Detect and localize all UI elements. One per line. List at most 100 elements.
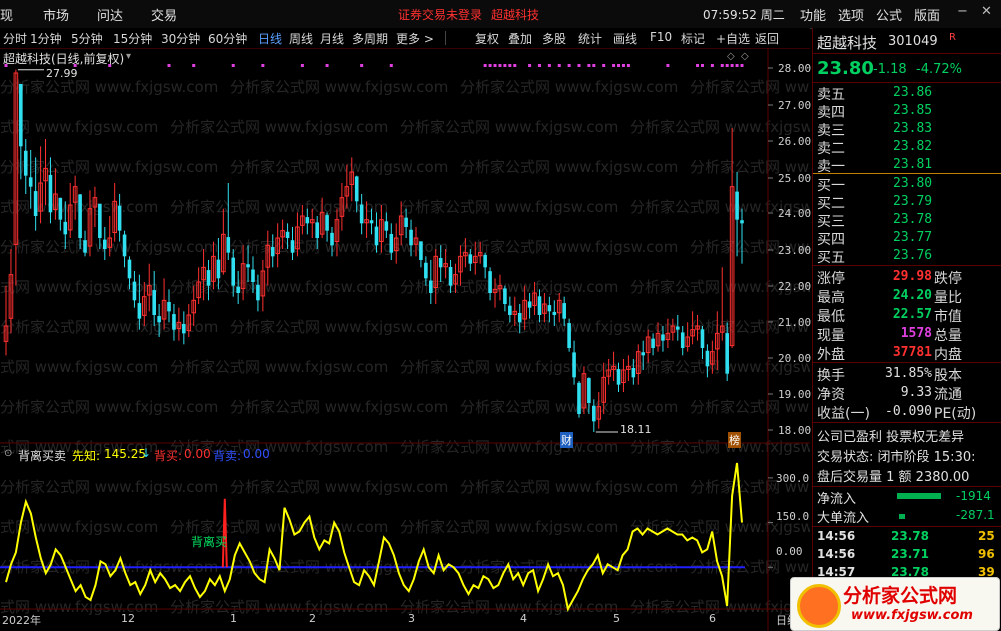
watermark-text: 分析家公式网 www.fxjgsw.com <box>0 78 218 96</box>
ask-price[interactable]: 23.86 <box>893 85 932 100</box>
period-fenshi[interactable]: 分时 <box>3 30 27 47</box>
tick-volume: 96 <box>978 547 995 561</box>
watermark-text: 分析家公式网 www.fxjgsw.com <box>400 278 618 296</box>
bid-price[interactable]: 23.77 <box>893 230 932 245</box>
chart-title-dropdown-icon[interactable]: ▾ <box>126 51 131 62</box>
watermark-text: 分析家公式网 www.fxjgsw.com <box>460 478 678 496</box>
candle-body <box>251 269 255 282</box>
candle-body <box>429 280 433 293</box>
date-tick: 3 <box>408 612 415 625</box>
candle-body <box>83 240 87 253</box>
event-marker <box>720 64 724 67</box>
watermark-text: 分析家公式网 www.fxjgsw.com <box>0 478 218 496</box>
indicator-name[interactable]: 背离买卖 <box>18 447 66 464</box>
period-30min[interactable]: 30分钟 <box>161 30 200 47</box>
event-marker <box>488 64 492 67</box>
candle-body <box>592 405 596 422</box>
period-more[interactable]: 更多 > <box>396 30 434 47</box>
close-icon[interactable]: ✕ <box>981 4 992 19</box>
tool-overlay[interactable]: 叠加 <box>508 30 532 47</box>
candle-body <box>354 176 359 202</box>
diamond-icon[interactable]: ◇ <box>727 51 735 62</box>
candle-body <box>152 290 156 315</box>
ask-price[interactable]: 23.82 <box>893 139 932 154</box>
tool-f10[interactable]: F10 <box>650 30 672 44</box>
watermark-text: 分析家公式网 www.fxjgsw.com <box>170 118 388 136</box>
site-logo: 分析家公式网 www.fxjgsw.com <box>790 577 1000 631</box>
ask-price[interactable]: 23.83 <box>893 121 932 136</box>
chart-title: 超越科技(日线,前复权) <box>3 52 125 66</box>
period-multi[interactable]: 多周期 <box>352 30 388 47</box>
watermark-text: 分析家公式网 www.fxjgsw.com <box>170 278 388 296</box>
menu-item-market[interactable]: 市场 <box>43 5 69 24</box>
tool-draw[interactable]: 画线 <box>613 30 637 47</box>
candle-body <box>305 217 310 224</box>
bid-price[interactable]: 23.78 <box>893 212 932 227</box>
stat-value: 29.98 <box>892 269 932 284</box>
period-1min[interactable]: 1分钟 <box>30 30 62 47</box>
bid-level-label: 买三 <box>817 214 845 230</box>
candle-body <box>616 369 621 385</box>
watermark-text: 分析家公式网 www.fxjgsw.com <box>400 118 618 136</box>
minimize-icon[interactable]: − <box>957 4 968 19</box>
period-15min[interactable]: 15分钟 <box>113 30 152 47</box>
chart-area[interactable]: 分析家公式网 www.fxjgsw.com 分析家公式网 www.fxjgsw.c… <box>0 48 810 631</box>
candle-body <box>256 284 260 301</box>
tool-fuquan[interactable]: 复权 <box>475 30 499 47</box>
dragon-tiger-badge[interactable]: 榜 <box>728 432 741 448</box>
ask-level-label: 卖三 <box>817 123 845 139</box>
kline-chart-svg[interactable]: 分析家公式网 www.fxjgsw.com 分析家公式网 www.fxjgsw.c… <box>0 48 810 631</box>
watermark-text: 分析家公式网 www.fxjgsw.com <box>0 518 158 536</box>
candle-body <box>117 205 122 231</box>
event-marker <box>602 64 606 67</box>
period-toolbar: 分时 1分钟 5分钟 15分钟 30分钟 60分钟 日线 周线 月线 多周期 更… <box>0 28 810 49</box>
candle-body <box>246 264 250 268</box>
indicator-collapse-icon[interactable]: ⊙ <box>4 448 12 459</box>
event-marker <box>567 64 571 67</box>
candle-body <box>552 311 557 315</box>
event-marker <box>300 64 304 67</box>
period-60min[interactable]: 60分钟 <box>208 30 247 47</box>
period-weekly[interactable]: 周线 <box>289 30 313 47</box>
event-marker <box>360 64 364 67</box>
event-marker <box>592 64 596 67</box>
menu-layout[interactable]: 版面 <box>914 5 940 24</box>
bid-price[interactable]: 23.80 <box>893 176 932 191</box>
candle-body <box>577 382 581 414</box>
candle-body <box>102 239 107 249</box>
tick-volume: 25 <box>978 529 995 543</box>
finance-badge[interactable]: 财 <box>560 432 573 448</box>
watermark-text: 分析家公式网 www.fxjgsw.com <box>460 78 678 96</box>
divider <box>813 82 1001 83</box>
period-5min[interactable]: 5分钟 <box>71 30 103 47</box>
period-daily[interactable]: 日线 <box>258 30 282 47</box>
stat-label-2: 内盘 <box>934 347 962 363</box>
stat-label: 涨停 <box>817 271 845 287</box>
price-tick: 22.00 <box>778 280 812 293</box>
menu-item-trade[interactable]: 交易 <box>151 5 177 24</box>
menu-item-discover[interactable]: 现 <box>0 5 13 24</box>
tool-multi-stock[interactable]: 多股 <box>542 30 566 47</box>
login-notice[interactable]: 证券交易未登录 <box>398 6 482 23</box>
event-marker <box>261 64 265 67</box>
bid-price[interactable]: 23.76 <box>893 248 932 263</box>
period-monthly[interactable]: 月线 <box>320 30 344 47</box>
tool-back[interactable]: 返回 <box>755 30 779 47</box>
date-tick: 4 <box>520 612 527 625</box>
diamond-icon-2[interactable]: ◇ <box>741 51 749 62</box>
tool-mark[interactable]: 标记 <box>681 30 705 47</box>
bid-price[interactable]: 23.79 <box>893 194 932 209</box>
menu-formula[interactable]: 公式 <box>876 5 902 24</box>
tool-stats[interactable]: 统计 <box>578 30 602 47</box>
ask-price[interactable]: 23.81 <box>893 157 932 172</box>
candle-body <box>315 222 319 238</box>
menu-options[interactable]: 选项 <box>838 5 864 24</box>
menu-function[interactable]: 功能 <box>800 5 826 24</box>
tool-add-watchlist[interactable]: +自选 <box>716 30 750 47</box>
ask-price[interactable]: 23.85 <box>893 103 932 118</box>
flower-logo-icon <box>797 584 841 628</box>
event-marker <box>192 64 196 67</box>
menu-item-wenda[interactable]: 问达 <box>97 5 123 24</box>
candle-body <box>78 194 82 238</box>
candle-body <box>48 174 53 213</box>
